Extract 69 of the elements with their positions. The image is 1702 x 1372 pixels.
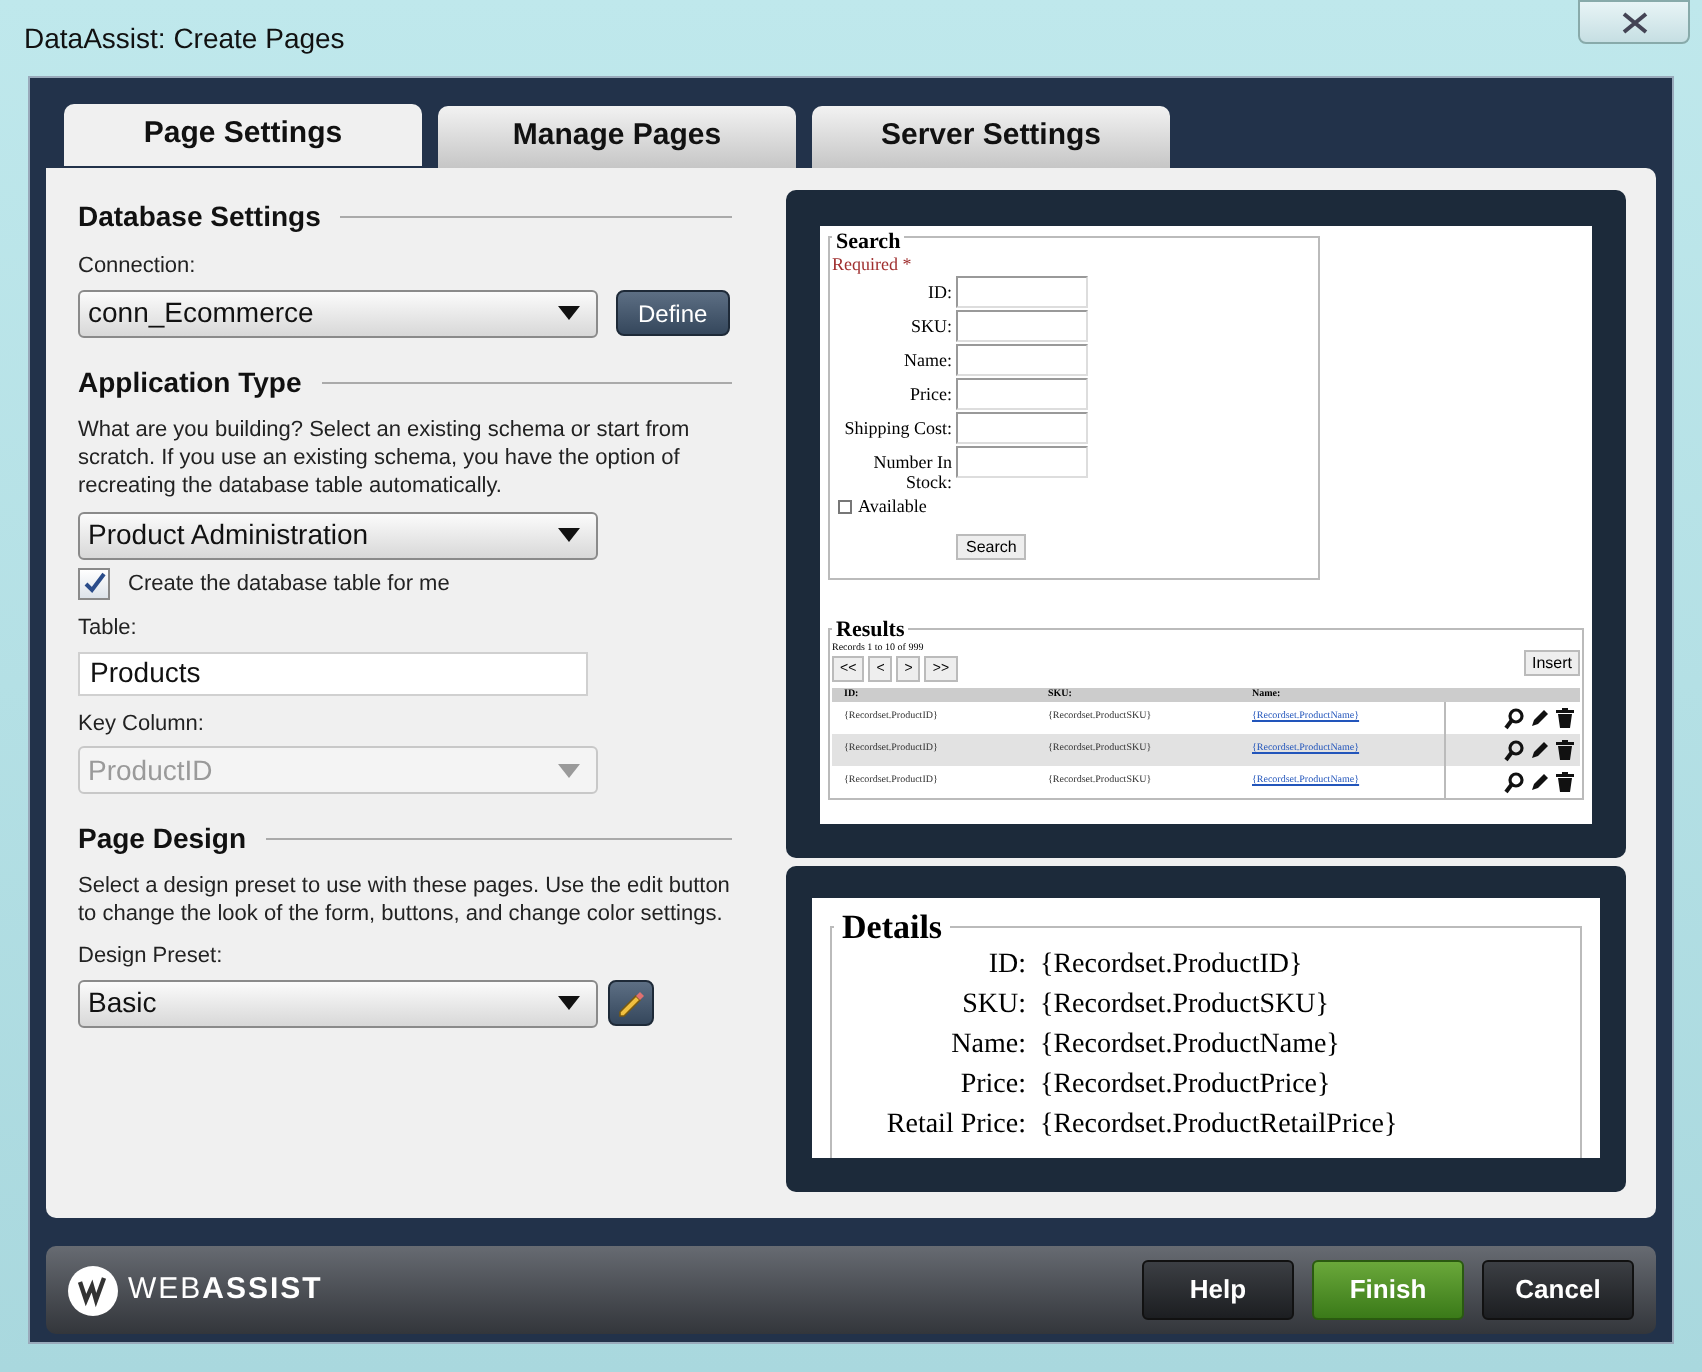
define-button[interactable]: Define xyxy=(616,290,730,336)
trash-icon[interactable] xyxy=(1556,772,1574,792)
detail-value: {Recordset.ProductSKU} xyxy=(1040,987,1329,1023)
search-button[interactable]: Search xyxy=(956,534,1027,560)
form-label: SKU: xyxy=(908,314,952,336)
brand-logo: WEBASSIST xyxy=(128,1269,323,1310)
text-field[interactable] xyxy=(956,378,1088,410)
dropdown-caret-icon xyxy=(558,528,580,542)
detail-value: {Recordset.ProductPrice} xyxy=(1040,1067,1331,1103)
form-heading: Results xyxy=(832,620,909,642)
dialog-button[interactable]: Help xyxy=(1142,1260,1294,1320)
field-label: Connection: xyxy=(78,252,198,282)
detail-label: Name: xyxy=(949,1027,1026,1063)
detail-label: ID: xyxy=(986,947,1026,983)
magnifier-icon[interactable] xyxy=(1504,771,1524,793)
field-label: Key Column: xyxy=(78,709,206,739)
close-icon xyxy=(1621,11,1647,33)
tab[interactable]: Server Settings xyxy=(812,106,1170,168)
checkbox-label: Create the database table for me xyxy=(128,569,450,599)
trash-icon[interactable] xyxy=(1556,740,1574,760)
dropdown-select[interactable]: conn_Ecommerce xyxy=(78,289,598,337)
section-heading: Database Settings xyxy=(78,198,321,236)
tab[interactable]: Manage Pages xyxy=(438,106,796,168)
dialog-button[interactable]: Finish xyxy=(1312,1260,1464,1320)
form-label: Name: xyxy=(902,348,952,370)
checkbox-label: Available xyxy=(858,496,927,516)
section-description: What are you building? Select an existing schema or start from scratch. If you use an existing schema, you have the option of recreating the database table automatically. xyxy=(78,415,692,499)
pencil-icon xyxy=(617,989,645,1017)
magnifier-icon[interactable] xyxy=(1504,739,1524,761)
dropdown-select[interactable]: Basic xyxy=(78,979,598,1027)
field-label: Table: xyxy=(78,614,139,644)
section-heading: Application Type xyxy=(78,363,302,402)
form-heading: Details xyxy=(834,910,951,944)
detail-label: Price: xyxy=(958,1067,1026,1103)
section-description: Select a design preset to use with these pages. Use the edit button to change the look of the form, buttons, and change color settings. xyxy=(78,872,732,928)
window-title: DataAssist: Create Pages xyxy=(24,20,345,58)
tab[interactable]: Page Settings xyxy=(64,104,422,166)
form-heading: Search xyxy=(832,232,905,254)
checkbox[interactable] xyxy=(78,567,110,600)
detail-value: {Recordset.ProductRetailPrice} xyxy=(1040,1107,1398,1143)
form-label: Price: xyxy=(908,382,952,404)
form-label: ID: xyxy=(926,280,952,302)
dialog-button[interactable]: Cancel xyxy=(1482,1260,1634,1320)
text-field[interactable] xyxy=(956,310,1088,342)
field-label: Design Preset: xyxy=(78,942,225,972)
available-checkbox[interactable] xyxy=(838,499,852,513)
form-label: Number In Stock: xyxy=(871,450,952,492)
logo-icon xyxy=(68,1265,118,1315)
text-field[interactable] xyxy=(956,276,1088,308)
section-heading: Page Design xyxy=(78,820,247,858)
dropdown-select[interactable]: Product Administration xyxy=(78,511,598,559)
form-label: Shipping Cost: xyxy=(842,416,952,438)
trash-icon[interactable] xyxy=(1556,708,1574,728)
detail-value: {Recordset.ProductID} xyxy=(1040,947,1303,983)
table-name-field[interactable]: Products xyxy=(78,651,588,695)
dropdown-caret-icon xyxy=(558,763,580,777)
detail-value: {Recordset.ProductName} xyxy=(1040,1027,1340,1063)
detail-label: SKU: xyxy=(960,987,1026,1023)
edit-button[interactable] xyxy=(608,980,654,1026)
magnifier-icon[interactable] xyxy=(1504,707,1524,729)
detail-label: Retail Price: xyxy=(884,1107,1026,1143)
text-field[interactable] xyxy=(956,446,1088,478)
insert-button[interactable]: Insert xyxy=(1523,650,1580,676)
text-field[interactable] xyxy=(956,344,1088,376)
dropdown-caret-icon xyxy=(558,996,580,1010)
required-note: Required * xyxy=(832,254,914,274)
text-field[interactable] xyxy=(956,412,1088,444)
dropdown-caret-icon xyxy=(558,306,580,320)
close-button[interactable] xyxy=(1578,0,1690,44)
